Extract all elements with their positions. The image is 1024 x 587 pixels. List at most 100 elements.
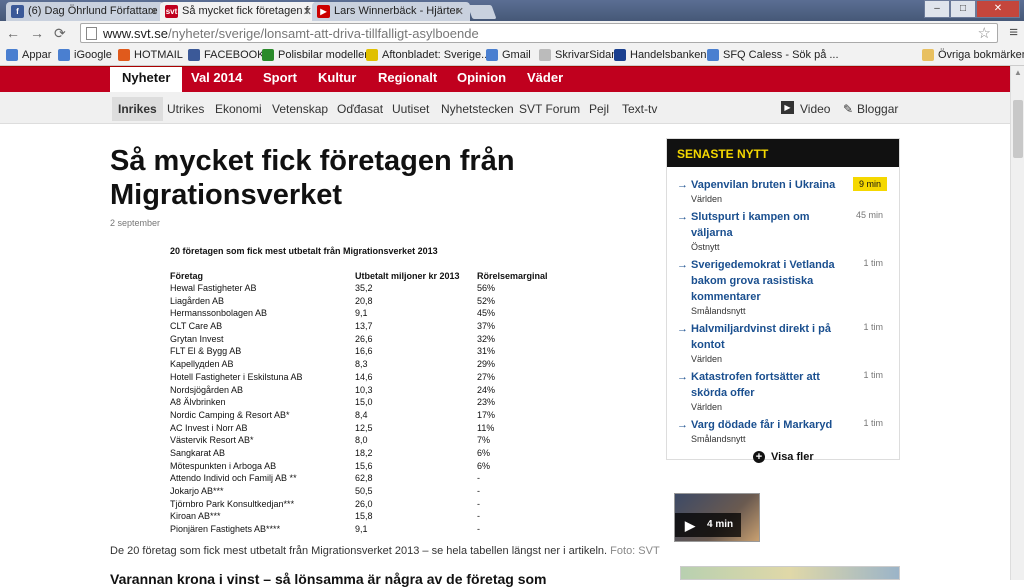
menu-icon[interactable]: ≡ <box>1009 24 1018 41</box>
show-more-button[interactable]: + Visa fler <box>753 451 814 463</box>
table-row: Hewal Fastigheter AB 35,2 56% <box>110 283 532 296</box>
close-tab-icon[interactable]: ✕ <box>149 5 158 18</box>
news-title[interactable]: Varg dödade får i Markaryd <box>677 417 847 433</box>
video-thumbnail[interactable]: ▶ 4 min <box>674 493 760 542</box>
news-item[interactable]: Katastrofen fortsätter att skörda offer … <box>677 369 897 412</box>
table-cell: Attendo Individ och Familj AB ** <box>170 473 297 484</box>
subnav-oddasat[interactable]: Oďđasat <box>337 102 383 116</box>
page-scrollbar[interactable]: ▲ <box>1010 66 1024 580</box>
subnav-svt-forum[interactable]: SVT Forum <box>519 102 580 116</box>
table-cell: Jokarjo AB*** <box>170 486 224 496</box>
news-item[interactable]: Sverigedemokrat i Vetlanda bakom grova r… <box>677 257 897 316</box>
bookmark-sfq[interactable]: SFQ Caless - Sök på ... <box>707 49 839 61</box>
nav-regionalt[interactable]: Regionalt <box>378 70 437 85</box>
video-duration: 4 min <box>707 519 734 530</box>
video-play-overlay[interactable]: ▶ 4 min <box>675 513 741 537</box>
address-bar[interactable]: www.svt.se/nyheter/sverige/lonsamt-att-d… <box>80 23 998 43</box>
subnav-nyhetstecken[interactable]: Nyhetstecken <box>441 102 514 116</box>
bookmark-polisbilar[interactable]: Polisbilar modeller <box>262 49 368 61</box>
table-row: Grytan Invest 26,6 32% <box>110 334 532 347</box>
news-time: 1 tim <box>863 370 883 380</box>
news-title[interactable]: Slutspurt i kampen om väljarna <box>677 209 847 241</box>
subnav-text-tv[interactable]: Text-tv <box>622 102 657 116</box>
nav-val-2014[interactable]: Val 2014 <box>191 70 242 85</box>
subnav-vetenskap[interactable]: Vetenskap <box>272 102 328 116</box>
bookmark-gmail[interactable]: Gmail <box>486 49 531 61</box>
news-time: 1 tim <box>863 322 883 332</box>
bookmark-apps[interactable]: Appar <box>6 49 51 61</box>
table-cell: A8 Älvbrinken <box>170 397 226 408</box>
news-title[interactable]: Halvmiljardvinst direkt i på kontot <box>677 321 847 353</box>
news-title[interactable]: Katastrofen fortsätter att skörda offer <box>677 369 847 401</box>
table-cell: 37% <box>477 321 496 332</box>
table-cell: Sangkarat AB <box>170 447 226 458</box>
table-row: CLT Care AB 13,7 37% <box>110 321 532 334</box>
news-category: Östnytt <box>691 242 720 252</box>
subnav-pejl[interactable]: Pejl <box>589 102 609 116</box>
back-icon[interactable]: ← <box>6 25 20 41</box>
page-icon <box>86 27 97 40</box>
subnav-inrikes[interactable]: Inrikes <box>112 97 163 121</box>
bookmark-skrivarsidan[interactable]: SkrivarSidan <box>539 49 617 61</box>
table-cell: 15,8 <box>355 511 373 522</box>
browser-tab-2[interactable]: svt Så mycket fick företagen f ✕ <box>160 2 318 21</box>
forward-icon[interactable]: → <box>30 25 44 41</box>
nav-kultur[interactable]: Kultur <box>318 70 356 85</box>
google-icon <box>486 49 498 61</box>
close-tab-icon[interactable]: ✕ <box>455 5 464 18</box>
bookmark-other[interactable]: Övriga bokmärken <box>922 49 1024 61</box>
news-item[interactable]: Slutspurt i kampen om väljarna Östnytt 4… <box>677 209 897 252</box>
news-item[interactable]: Halvmiljardvinst direkt i på kontot Värl… <box>677 321 897 364</box>
bookmark-facebook[interactable]: FACEBOOK <box>188 49 265 61</box>
nav-opinion[interactable]: Opinion <box>457 70 506 85</box>
nav-nyheter[interactable]: Nyheter <box>110 67 183 93</box>
close-window-button[interactable]: ✕ <box>976 0 1020 18</box>
subnav-uutiset[interactable]: Uutiset <box>392 102 429 116</box>
bookmark-star-icon[interactable]: ☆ <box>978 24 991 42</box>
minimize-button[interactable]: – <box>924 0 950 18</box>
pencil-icon: ✎ <box>843 102 854 116</box>
news-item[interactable]: Varg dödade får i Markaryd Smålandsnytt … <box>677 417 897 444</box>
news-title[interactable]: Vapenvilan bruten i Ukraina <box>677 177 847 193</box>
news-item[interactable]: Vapenvilan bruten i Ukraina Världen 9 mi… <box>677 177 897 204</box>
bookmark-hotmail[interactable]: HOTMAIL <box>118 49 183 61</box>
google-icon <box>58 49 70 61</box>
browser-tab-3[interactable]: ▶ Lars Winnerbäck - Hjärter ✕ <box>312 2 470 21</box>
table-cell: Nordic Camping & Resort AB* <box>170 409 290 420</box>
apps-icon <box>6 49 18 61</box>
tab-label: Lars Winnerbäck - Hjärter <box>334 5 460 17</box>
bookmark-aftonbladet[interactable]: Aftonbladet: Sverige... <box>366 49 490 61</box>
table-cell: 27% <box>477 371 496 382</box>
advertisement-image[interactable] <box>680 566 900 580</box>
table-row: A8 Älvbrinken 15,0 23% <box>110 397 532 410</box>
table-cell: 31% <box>477 346 496 357</box>
table-cell: 62,8 <box>355 473 373 484</box>
news-title[interactable]: Sverigedemokrat i Vetlanda bakom grova r… <box>677 257 847 305</box>
table-row: Kiroan AB*** 15,8 - <box>110 511 532 524</box>
table-cell: Grytan Invest <box>170 333 224 344</box>
table-cell: 8,4 <box>355 409 368 420</box>
subnav-ekonomi[interactable]: Ekonomi <box>215 102 262 116</box>
new-tab-button[interactable] <box>467 5 497 19</box>
subnav-video[interactable]: Video <box>800 102 830 116</box>
table-cell: Pionjären Fastighets AB**** <box>170 524 281 535</box>
nav-sport[interactable]: Sport <box>263 70 297 85</box>
subnav-utrikes[interactable]: Utrikes <box>167 102 204 116</box>
close-tab-icon[interactable]: ✕ <box>303 5 312 18</box>
subnav-bloggar[interactable]: Bloggar <box>857 102 898 116</box>
nav-vader[interactable]: Väder <box>527 70 563 85</box>
bookmark-igoogle[interactable]: iGoogle <box>58 49 112 61</box>
maximize-button[interactable]: □ <box>950 0 976 18</box>
table-cell: Mötespunkten i Arboga AB <box>170 460 277 471</box>
table-cell: 18,2 <box>355 447 373 458</box>
table-cell: - <box>477 473 480 484</box>
bookmark-handelsbanken[interactable]: Handelsbanken <box>614 49 706 61</box>
scrollbar-thumb[interactable] <box>1013 100 1023 158</box>
browser-tab-1[interactable]: f (6) Dag Öhrlund Författare ✕ <box>6 2 164 21</box>
scroll-up-icon[interactable]: ▲ <box>1014 68 1022 77</box>
table-cell: 7% <box>477 435 491 446</box>
table-row: Hermanssonbolagen AB 9,1 45% <box>110 308 532 321</box>
reload-icon[interactable]: ⟳ <box>54 25 66 42</box>
table-cell: 16,6 <box>355 346 373 357</box>
table-cell: - <box>477 524 480 535</box>
